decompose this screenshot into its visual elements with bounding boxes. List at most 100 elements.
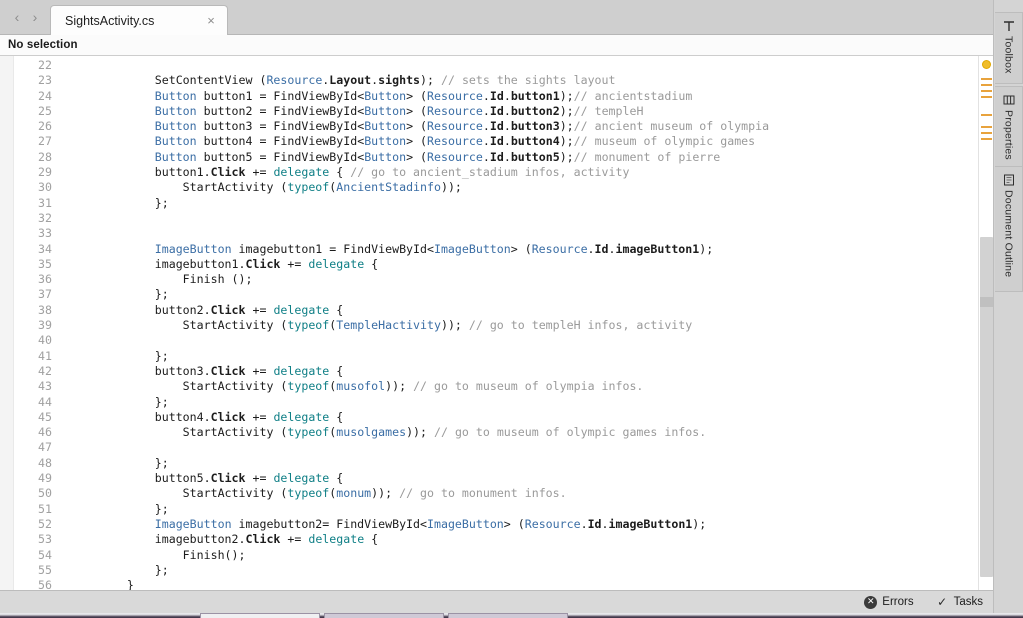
scrollbar-thumb[interactable] [980,237,993,577]
code-line[interactable]: 48 }; [14,456,978,471]
code-line[interactable]: 24 Button button1 = FindViewById<Button>… [14,89,978,104]
code-line[interactable]: 31 }; [14,196,978,211]
warning-marker[interactable] [981,78,992,80]
line-number: 52 [38,516,52,531]
taskbar-button[interactable] [200,613,320,618]
code-line[interactable]: 45 button4.Click += delegate { [14,410,978,425]
sidebar-item-properties[interactable]: Properties [995,86,1023,172]
sidebar-item-document-outline[interactable]: Document Outline [995,166,1023,292]
code-line-text: }; [58,456,169,471]
code-token: StartActivity ( [71,318,288,333]
code-token: . [503,149,511,164]
code-line[interactable]: 39 StartActivity (typeof(TempleHactivity… [14,318,978,333]
code-line[interactable]: 41 }; [14,349,978,364]
code-token: // templeH [573,103,644,118]
code-token: // go to monument infos. [399,486,567,501]
code-token: typeof [287,318,330,333]
line-number: 49 [38,471,52,486]
code-line[interactable]: 53 imagebutton2.Click += delegate { [14,532,978,547]
warning-marker[interactable] [981,126,992,128]
fold-margin[interactable] [0,56,14,590]
status-tasks[interactable]: ✓ Tasks [936,596,983,609]
navigate-forward-icon[interactable]: › [26,6,44,28]
close-icon[interactable]: × [203,13,219,29]
line-number: 33 [38,226,52,241]
code-token: // go to ancient_stadium infos, activity [350,165,630,180]
code-token: Resource [427,88,483,103]
code-line[interactable]: 49 button5.Click += delegate { [14,471,978,486]
code-line[interactable]: 51 }; [14,502,978,517]
code-editor[interactable]: 22 23 SetContentView (Resource.Layout.sig… [0,56,978,590]
code-token: Button [154,134,197,149]
code-token: button5 [510,149,560,164]
properties-icon [1002,93,1015,106]
code-line[interactable]: 37 }; [14,287,978,302]
warning-marker[interactable] [981,84,992,86]
line-number: 56 [38,578,52,590]
code-line[interactable]: 36 Finish (); [14,272,978,287]
code-line[interactable]: 30 StartActivity (typeof(AncientStadinfo… [14,180,978,195]
warning-marker[interactable] [981,114,992,116]
code-token: Button [154,88,197,103]
code-line[interactable]: 25 Button button2 = FindViewById<Button>… [14,104,978,119]
code-token: { [329,165,351,180]
code-line[interactable]: 33 [14,226,978,241]
line-number: 27 [38,134,52,149]
line-number: 51 [38,501,52,516]
code-token: > ( [406,88,428,103]
warning-marker[interactable] [981,90,992,92]
scrollbar-thumb-highlight [980,297,993,307]
line-number: 34 [38,241,52,256]
code-line[interactable]: 54 Finish(); [14,548,978,563]
code-line[interactable]: 27 Button button4 = FindViewById<Button>… [14,134,978,149]
code-line[interactable]: 46 StartActivity (typeof(musolgames)); /… [14,425,978,440]
code-line[interactable]: 35 imagebutton1.Click += delegate { [14,257,978,272]
code-line[interactable]: 28 Button button5 = FindViewById<Button>… [14,150,978,165]
code-line[interactable]: 22 [14,58,978,73]
code-text-area[interactable]: 22 23 SetContentView (Resource.Layout.sig… [14,56,978,590]
line-number: 47 [38,440,52,455]
warning-summary-dot-icon[interactable] [983,61,990,68]
navigate-back-icon[interactable]: ‹ [8,6,26,28]
code-line[interactable]: 38 button2.Click += delegate { [14,303,978,318]
code-line-text: Button button5 = FindViewById<Button> (R… [58,150,720,165]
code-line[interactable]: 40 [14,333,978,348]
code-line[interactable]: 47 [14,440,978,455]
code-line[interactable]: 52 ImageButton imagebutton2= FindViewByI… [14,517,978,532]
code-line[interactable]: 43 StartActivity (typeof(musofol)); // g… [14,379,978,394]
code-line[interactable]: 56 } [14,578,978,590]
code-line[interactable]: 26 Button button3 = FindViewById<Button>… [14,119,978,134]
code-line[interactable]: 55 }; [14,563,978,578]
code-token: += [280,532,309,547]
code-token: Resource [427,119,483,134]
breadcrumb[interactable]: No selection [0,35,1023,56]
code-token: StartActivity ( [71,425,288,440]
editor-scrollbar[interactable] [978,56,993,590]
code-line-text: }; [58,287,169,302]
tab-sights-activity[interactable]: SightsActivity.cs × [50,5,228,35]
code-line-text: }; [58,563,169,578]
warning-marker[interactable] [981,138,992,140]
code-line-text: StartActivity (typeof(TempleHactivity));… [58,318,693,333]
code-token: Finish (); [71,272,253,287]
taskbar-button[interactable] [324,613,444,618]
taskbar-button[interactable] [448,613,568,618]
code-token: > ( [406,119,428,134]
code-line[interactable]: 44 }; [14,395,978,410]
code-line[interactable]: 23 SetContentView (Resource.Layout.sight… [14,73,978,88]
warning-marker[interactable] [981,96,992,98]
code-line[interactable]: 50 StartActivity (typeof(monum)); // go … [14,486,978,501]
code-line[interactable]: 32 [14,211,978,226]
line-number: 30 [38,180,52,195]
status-errors[interactable]: ✕ Errors [864,595,914,609]
code-line-text: SetContentView (Resource.Layout.sights);… [58,73,616,88]
warning-marker[interactable] [981,132,992,134]
code-token: Id [489,119,504,134]
code-line[interactable]: 29 button1.Click += delegate { // go to … [14,165,978,180]
sidebar-item-toolbox[interactable]: Toolbox [995,12,1023,84]
code-token: button5. [71,471,211,486]
code-line[interactable]: 34 ImageButton imagebutton1 = FindViewBy… [14,242,978,257]
code-line[interactable]: 42 button3.Click += delegate { [14,364,978,379]
